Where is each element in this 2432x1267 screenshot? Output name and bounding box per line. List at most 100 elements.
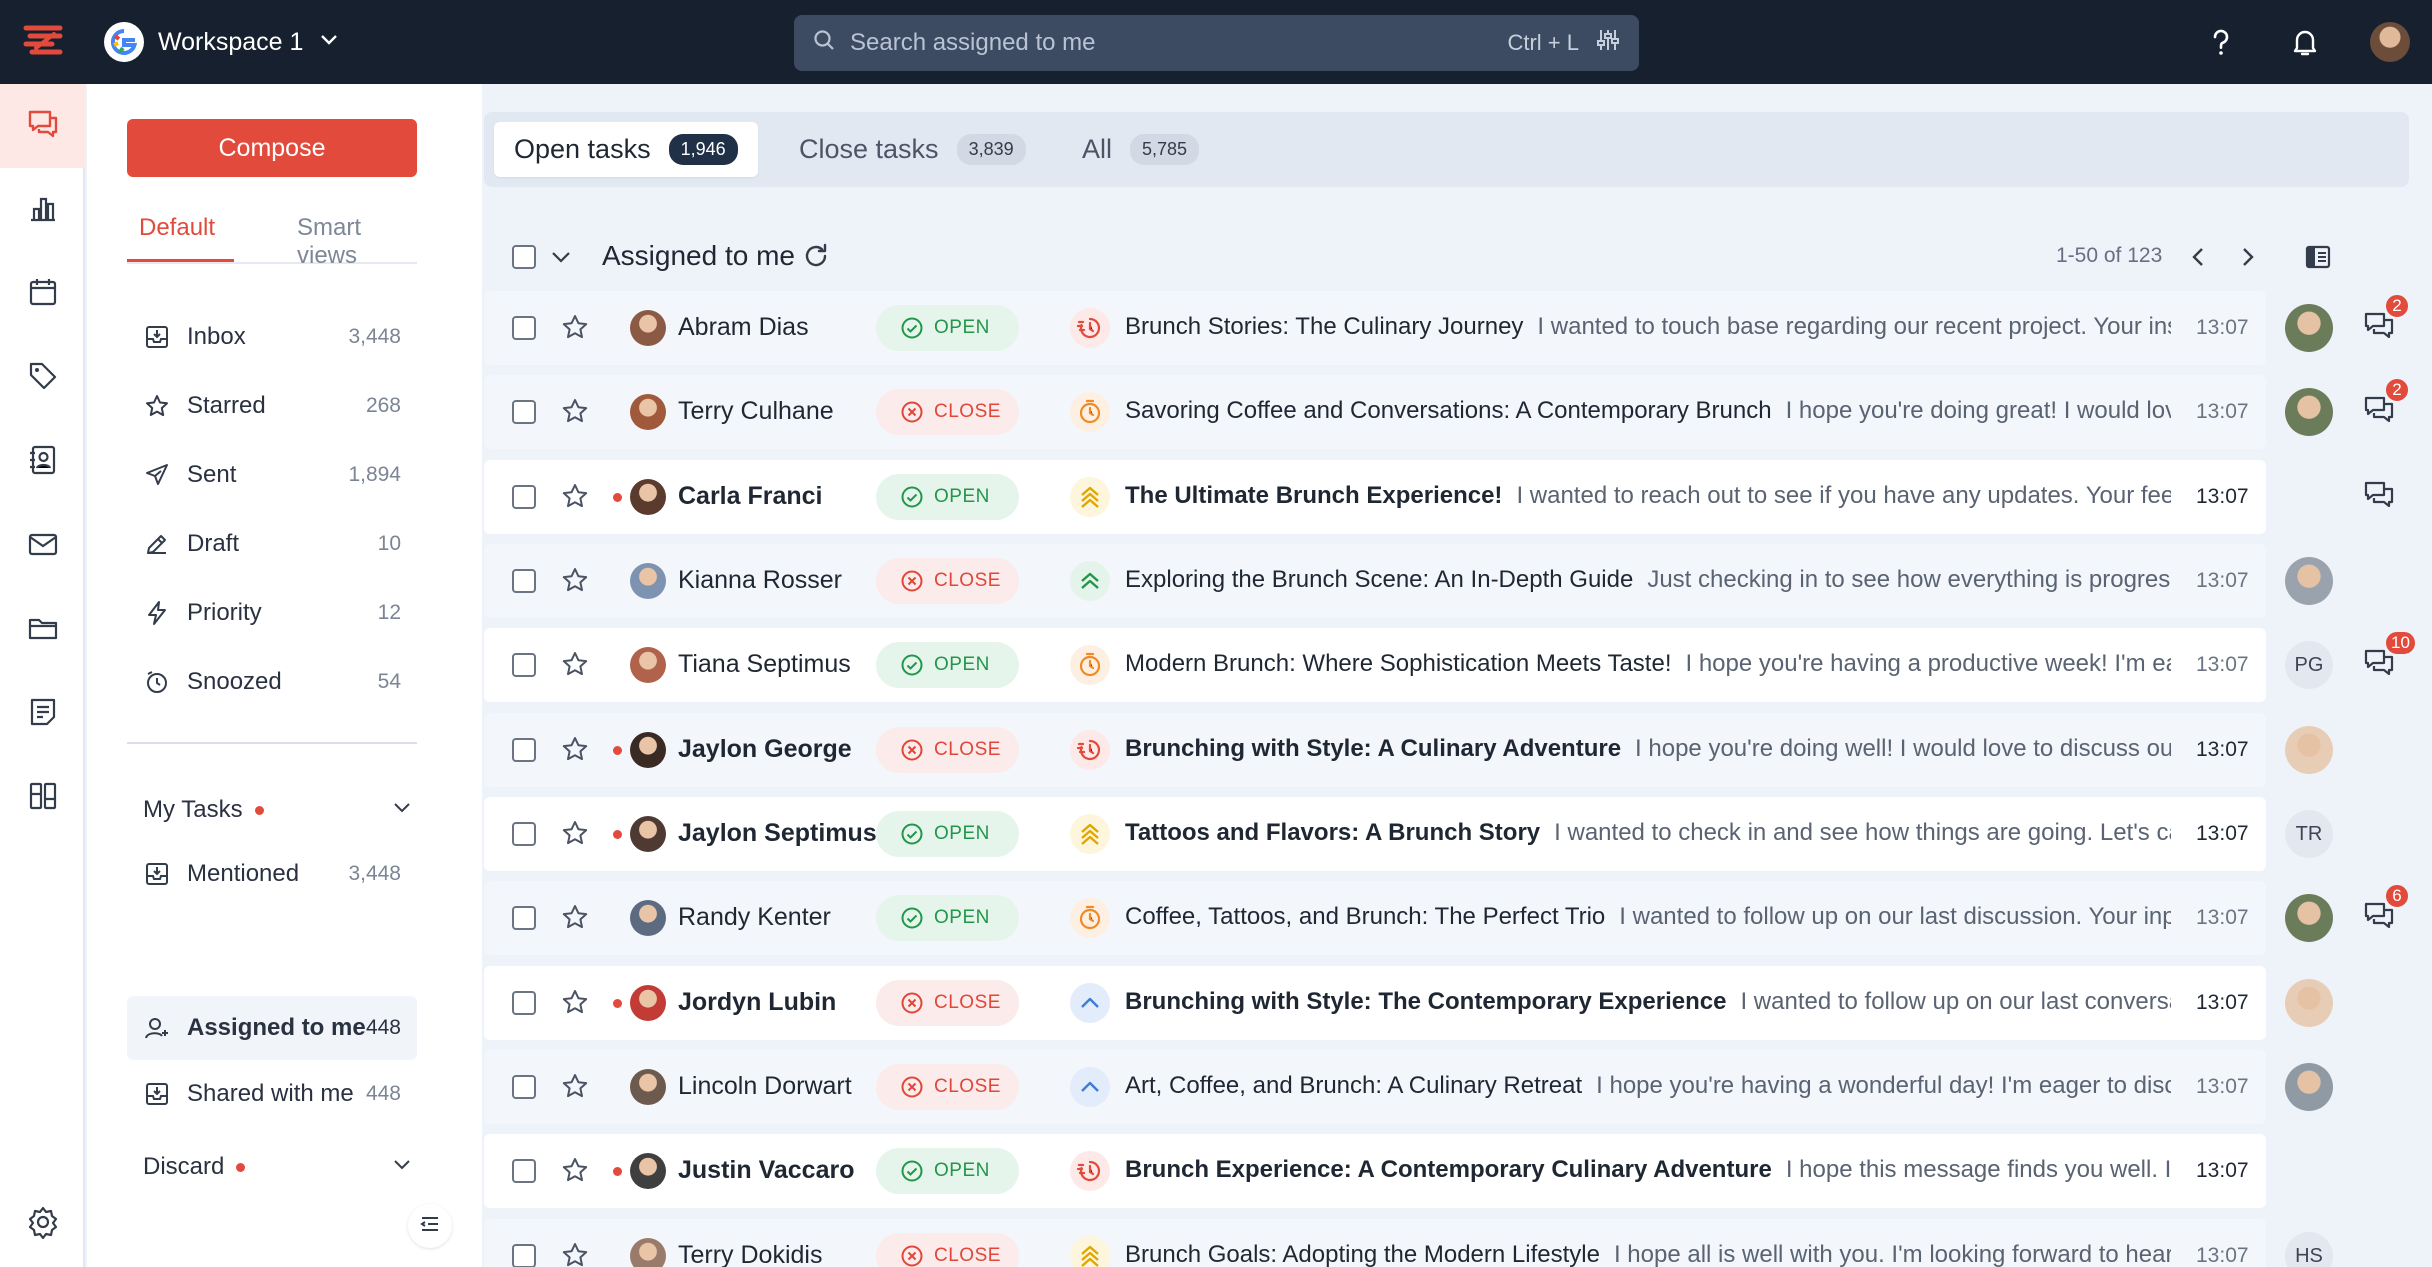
status-badge[interactable]: OPEN: [876, 811, 1019, 857]
star-icon[interactable]: [560, 734, 590, 769]
table-row[interactable]: Randy Kenter OPEN Coffee, Tattoos, and Bru…: [484, 881, 2266, 955]
compose-button[interactable]: Compose: [127, 119, 417, 177]
status-badge[interactable]: OPEN: [876, 642, 1019, 688]
rail-settings[interactable]: [0, 1182, 85, 1266]
rail-tags[interactable]: [0, 336, 85, 420]
sidebar-item-snoozed[interactable]: Snoozed 54: [127, 650, 417, 714]
star-icon[interactable]: [560, 396, 590, 431]
assignee-avatar[interactable]: [2285, 979, 2333, 1027]
status-badge[interactable]: CLOSE: [876, 389, 1019, 435]
comments-button[interactable]: 2: [2362, 377, 2410, 432]
my-tasks-section[interactable]: My Tasks: [143, 786, 413, 834]
row-checkbox[interactable]: [512, 400, 536, 424]
sidebar-item-shared-with-me[interactable]: Shared with me 448: [127, 1062, 417, 1126]
assignee-avatar[interactable]: [2285, 304, 2333, 352]
status-badge[interactable]: OPEN: [876, 305, 1019, 351]
workspace-switcher[interactable]: Workspace 1: [104, 22, 341, 62]
assignee-avatar[interactable]: HS: [2285, 1232, 2333, 1267]
table-row[interactable]: Kianna Rosser CLOSE Exploring the Brunch S…: [484, 544, 2266, 618]
status-badge[interactable]: CLOSE: [876, 727, 1019, 773]
sidebar-item-assigned-to-me[interactable]: Assigned to me 448: [127, 996, 417, 1060]
row-checkbox[interactable]: [512, 485, 536, 509]
row-checkbox[interactable]: [512, 569, 536, 593]
tab-close-tasks[interactable]: Close tasks 3,839: [779, 122, 1046, 177]
tab-open-tasks[interactable]: Open tasks 1,946: [494, 122, 758, 177]
table-row[interactable]: Tiana Septimus OPEN Modern Brunch: Where S…: [484, 628, 2266, 702]
user-avatar[interactable]: [2370, 22, 2410, 62]
assignee-avatar[interactable]: [2285, 557, 2333, 605]
row-checkbox[interactable]: [512, 653, 536, 677]
rail-reports[interactable]: [0, 168, 85, 252]
assignee-avatar[interactable]: [2285, 726, 2333, 774]
status-badge[interactable]: CLOSE: [876, 980, 1019, 1026]
table-row[interactable]: Carla Franci OPEN The Ultimate Brunch Expe…: [484, 460, 2266, 534]
star-icon[interactable]: [560, 312, 590, 347]
rail-columns[interactable]: [0, 756, 85, 840]
sidebar-item-inbox[interactable]: Inbox 3,448: [127, 305, 417, 369]
comments-button[interactable]: [2362, 477, 2402, 517]
assignee-avatar[interactable]: TR: [2285, 810, 2333, 858]
rail-notes[interactable]: [0, 672, 85, 756]
sidebar-item-starred[interactable]: Starred 268: [127, 374, 417, 438]
star-icon[interactable]: [560, 481, 590, 516]
row-checkbox[interactable]: [512, 1159, 536, 1183]
comments-button[interactable]: 2: [2362, 293, 2410, 348]
filter-sliders-icon[interactable]: [1595, 27, 1621, 60]
row-checkbox[interactable]: [512, 822, 536, 846]
rail-calendar[interactable]: [0, 252, 85, 336]
bell-icon[interactable]: [2285, 22, 2325, 62]
status-badge[interactable]: OPEN: [876, 895, 1019, 941]
star-icon[interactable]: [560, 1155, 590, 1190]
row-checkbox[interactable]: [512, 738, 536, 762]
tab-smart-views[interactable]: Smart views: [297, 214, 417, 269]
table-row[interactable]: Lincoln Dorwart CLOSE Art, Coffee, and Bru…: [484, 1050, 2266, 1124]
assignee-avatar[interactable]: [2285, 1063, 2333, 1111]
search-bar[interactable]: Search assigned to me Ctrl + L: [794, 15, 1639, 71]
sidebar-item-draft[interactable]: Draft 10: [127, 512, 417, 576]
row-checkbox[interactable]: [512, 906, 536, 930]
chevron-left-icon[interactable]: [2184, 242, 2214, 277]
row-checkbox[interactable]: [512, 991, 536, 1015]
sidebar-item-priority[interactable]: Priority 12: [127, 581, 417, 645]
app-logo-icon[interactable]: [20, 18, 66, 64]
assignee-avatar[interactable]: [2285, 388, 2333, 436]
row-checkbox[interactable]: [512, 316, 536, 340]
sidebar-item-mentioned[interactable]: Mentioned 3,448: [127, 842, 417, 906]
comments-button[interactable]: 10: [2362, 630, 2417, 685]
table-row[interactable]: Abram Dias OPEN Brunch Stories: The Culina…: [484, 291, 2266, 365]
status-badge[interactable]: OPEN: [876, 474, 1019, 520]
table-row[interactable]: Jaylon Septimus OPEN Tattoos and Flavors: …: [484, 797, 2266, 871]
rail-folders[interactable]: [0, 588, 85, 672]
comments-button[interactable]: 6: [2362, 883, 2410, 938]
star-icon[interactable]: [560, 649, 590, 684]
star-icon[interactable]: [560, 818, 590, 853]
search-input[interactable]: Search assigned to me: [850, 29, 1507, 57]
table-row[interactable]: Justin Vaccaro OPEN Brunch Experience: A C…: [484, 1134, 2266, 1208]
rail-contacts[interactable]: [0, 420, 85, 504]
rail-mail[interactable]: [0, 504, 85, 588]
row-checkbox[interactable]: [512, 1075, 536, 1099]
status-badge[interactable]: CLOSE: [876, 1064, 1019, 1110]
status-badge[interactable]: OPEN: [876, 1148, 1019, 1194]
star-icon[interactable]: [560, 1071, 590, 1106]
star-icon[interactable]: [560, 565, 590, 600]
table-row[interactable]: Terry Dokidis CLOSE Brunch Goals: Adopting…: [484, 1219, 2266, 1267]
table-row[interactable]: Jordyn Lubin CLOSE Brunching with Style: T…: [484, 966, 2266, 1040]
assignee-avatar[interactable]: PG: [2285, 641, 2333, 689]
select-all-checkbox[interactable]: [512, 245, 536, 269]
star-icon[interactable]: [560, 1240, 590, 1267]
tab-all[interactable]: All 5,785: [1062, 122, 1219, 177]
status-badge[interactable]: CLOSE: [876, 558, 1019, 604]
tab-default[interactable]: Default: [127, 214, 234, 262]
row-checkbox[interactable]: [512, 1244, 536, 1267]
star-icon[interactable]: [560, 987, 590, 1022]
refresh-icon[interactable]: [800, 240, 832, 277]
table-row[interactable]: Terry Culhane CLOSE Savoring Coffee and Co…: [484, 375, 2266, 449]
assignee-avatar[interactable]: [2285, 894, 2333, 942]
chevron-down-icon[interactable]: [548, 244, 574, 275]
status-badge[interactable]: CLOSE: [876, 1233, 1019, 1267]
sidebar-item-sent[interactable]: Sent 1,894: [127, 443, 417, 507]
reading-pane-icon[interactable]: [2304, 243, 2332, 276]
discard-section[interactable]: Discard: [143, 1143, 413, 1191]
rail-chat[interactable]: [0, 84, 85, 168]
